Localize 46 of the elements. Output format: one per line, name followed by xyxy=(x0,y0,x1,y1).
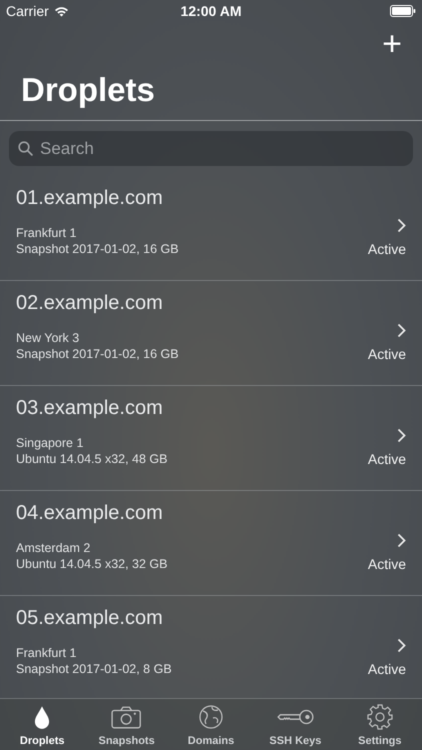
image-label: Snapshot 2017-01-02, 16 GB xyxy=(16,241,180,257)
tab-button[interactable]: Domains xyxy=(168,699,254,750)
status-label: Active xyxy=(368,241,406,257)
settings-icon xyxy=(366,704,393,730)
page-title: Droplets xyxy=(0,66,422,121)
region-label: New York 3 xyxy=(16,330,80,346)
droplet-name: 03.example.com xyxy=(16,396,164,420)
globe-icon xyxy=(198,704,224,730)
region-label: Frankfurt 1 xyxy=(16,645,78,661)
droplet-row[interactable]: 02.example.com New York 3 Snapshot 2017-01-02, 16 GB Active xyxy=(0,281,422,386)
image-label: Ubuntu 14.04.5 x32, 32 GB xyxy=(16,556,168,572)
search-icon xyxy=(18,141,33,156)
image-label: Ubuntu 14.04.5 x32, 48 GB xyxy=(16,451,168,467)
region-label: Amsterdam 2 xyxy=(16,540,92,556)
chevron-icon xyxy=(397,533,406,548)
clock-label: 12:00 AM xyxy=(180,2,242,20)
add-button[interactable]: + xyxy=(380,27,404,61)
camera-icon xyxy=(111,704,142,730)
image-label: Snapshot 2017-01-02, 16 GB xyxy=(16,346,180,362)
chevron-icon xyxy=(397,428,406,443)
region-label: Frankfurt 1 xyxy=(16,225,78,241)
chevron-icon xyxy=(397,638,406,653)
carrier-label: Carrier xyxy=(6,2,49,20)
droplet-row[interactable]: 01.example.com Frankfurt 1 Snapshot 2017-01-02, 16 GB Active xyxy=(0,176,422,281)
droplet-row[interactable]: 03.example.com Singapore 1 Ubuntu 14.04.5 x32, 48 GB Active xyxy=(0,386,422,491)
status-label: Active xyxy=(368,661,406,677)
droplet-row[interactable]: 04.example.com Amsterdam 2 Ubuntu 14.04.5 x32, 32 GB Active xyxy=(0,491,422,596)
tab-button[interactable]: SSH Keys xyxy=(253,699,338,750)
droplet-name: 05.example.com xyxy=(16,606,164,630)
search-field[interactable]: Search xyxy=(9,131,413,166)
image-label: Snapshot 2017-01-02, 8 GB xyxy=(16,661,173,677)
droplet-name: 01.example.com xyxy=(16,186,164,210)
status-label: Active xyxy=(368,346,406,362)
droplet-row[interactable]: 05.example.com Frankfurt 1 Snapshot 2017-01-02, 8 GB Active xyxy=(0,596,422,698)
wifi-icon xyxy=(54,6,69,16)
status-label: Active xyxy=(368,451,406,467)
droplet-name: 04.example.com xyxy=(16,501,164,525)
tab-button[interactable]: Snapshots xyxy=(84,699,169,750)
tab-button[interactable]: Droplets xyxy=(0,699,84,750)
region-label: Singapore 1 xyxy=(16,435,84,451)
droplet-name: 02.example.com xyxy=(16,291,164,315)
tab-button[interactable]: Settings xyxy=(338,699,422,750)
chevron-icon xyxy=(397,323,406,338)
battery-icon xyxy=(390,5,416,17)
status-label: Active xyxy=(368,556,406,572)
chevron-icon xyxy=(397,218,406,233)
